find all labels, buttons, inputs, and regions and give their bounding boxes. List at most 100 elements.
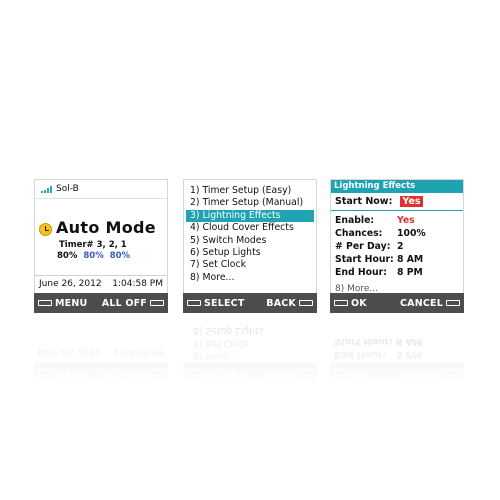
timer-text: Timer# 3, 2, 1 (59, 240, 127, 250)
start-now-label: Start Now: (335, 196, 393, 207)
reflection: OK CANCEL End Hour: 8 PM Start Hour: 8 AM (330, 313, 464, 383)
reflection-menu-item: 7) Set Clock (193, 337, 249, 349)
softkey-icon (187, 300, 201, 306)
percent-row: 80% 80% 80% (57, 251, 130, 261)
reflection-datetime: June 26, 2012 1:04:58 PM (38, 347, 164, 357)
reflection-row: End Hour: 8 PM (334, 348, 460, 361)
softkey-icon (334, 370, 348, 376)
softkey-label: SELECT (204, 367, 245, 379)
setting-value: 100% (397, 228, 426, 239)
time-label: 1:04:58 PM (113, 347, 164, 357)
softkey-label: ALL OFF (101, 297, 147, 309)
menu-item-timer-setup-manual[interactable]: 2) Timer Setup (Manual) (186, 197, 314, 209)
start-now-row: Start Now: Yes (335, 196, 423, 207)
signal-icon (41, 185, 52, 193)
start-now-value[interactable]: Yes (400, 196, 423, 207)
reflection-softbar: MENU ALL OFF (34, 363, 168, 383)
reflection: MENU ALL OFF June 26, 2012 1:04:58 PM (34, 313, 168, 383)
reflection-settings: End Hour: 8 PM Start Hour: 8 AM (330, 333, 464, 363)
reflection-screen: June 26, 2012 1:04:58 PM (34, 313, 168, 363)
date-label: June 26, 2012 (38, 347, 101, 357)
softkey-label: SELECT (204, 297, 245, 309)
menu-item-cloud-cover-effects[interactable]: 4) Cloud Cover Effects (186, 222, 314, 234)
setting-value: 2 (397, 241, 404, 252)
softkey-label: CANCEL (400, 367, 443, 379)
clock-icon (39, 223, 52, 236)
softkey-label: OK (351, 367, 367, 379)
reflection-screen: 8) More... 7) Set Clock 6) Setup Lights (183, 313, 317, 363)
setting-label: Start Hour: (335, 254, 394, 265)
reflection-menu-item: 8) More... (193, 350, 238, 361)
softkey-icon (38, 300, 52, 306)
reflection-softkey: BACK (266, 368, 313, 379)
menu-item-timer-setup-easy[interactable]: 1) Timer Setup (Easy) (186, 185, 314, 197)
menu-item-set-clock[interactable]: 7) Set Clock (186, 259, 314, 271)
divider (35, 275, 167, 276)
reflection-softkey: SELECT (187, 368, 245, 379)
menu-item-more[interactable]: 8) More... (186, 272, 314, 284)
divider (331, 210, 463, 211)
menu-item-setup-lights[interactable]: 6) Setup Lights (186, 247, 314, 259)
lightning-device: Lightning Effects Start Now: Yes Enable:… (330, 179, 464, 383)
reflection-softbar: OK CANCEL (330, 363, 464, 383)
menu-item-switch-modes[interactable]: 5) Switch Modes (186, 235, 314, 247)
time-label: 1:04:58 PM (112, 279, 163, 289)
softkey-icon (334, 300, 348, 306)
main-menu: 1) Timer Setup (Easy) 2) Timer Setup (Ma… (186, 185, 314, 284)
cancel-softkey[interactable]: CANCEL (400, 298, 460, 309)
all-off-softkey[interactable]: ALL OFF (102, 298, 164, 309)
setting-chances[interactable]: Chances: 100% (335, 227, 461, 240)
setting-value: 8 AM (396, 336, 423, 347)
reflection-screen: End Hour: 8 PM Start Hour: 8 AM (330, 313, 464, 363)
menu-screen: 1) Timer Setup (Easy) 2) Timer Setup (Ma… (183, 179, 317, 293)
lightning-screen: Lightning Effects Start Now: Yes Enable:… (330, 179, 464, 293)
background-menu-peek: 8) More... (335, 284, 378, 293)
select-softkey[interactable]: SELECT (187, 298, 245, 309)
reflection-softkey: CANCEL (400, 368, 460, 379)
setting-label: # Per Day: (335, 241, 391, 252)
ok-softkey[interactable]: OK (334, 298, 367, 309)
reflection-softkey: ALL OFF (102, 368, 164, 379)
setting-label: End Hour: (334, 349, 386, 360)
settings-list: Enable: Yes Chances: 100% # Per Day: 2 S… (335, 214, 461, 279)
softkey-icon (446, 370, 460, 376)
softkey-icon (150, 300, 164, 306)
softkey-icon (299, 370, 313, 376)
softkey-bar: OK CANCEL (330, 293, 464, 313)
softkey-bar: SELECT BACK (183, 293, 317, 313)
datetime-row: June 26, 2012 1:04:58 PM (39, 279, 163, 289)
reflection-softkey: OK (334, 368, 367, 379)
setting-label: Enable: (335, 215, 375, 226)
setting-enable[interactable]: Enable: Yes (335, 214, 461, 227)
setting-start-hour[interactable]: Start Hour: 8 AM (335, 253, 461, 266)
reflection-row: Start Hour: 8 AM (334, 335, 460, 348)
setting-value: Yes (397, 215, 415, 226)
softkey-label: OK (351, 297, 367, 309)
softkey-bar: MENU ALL OFF (34, 293, 168, 313)
menu-item-lightning-effects[interactable]: 3) Lightning Effects (186, 209, 314, 223)
status-header: Sol-B (41, 184, 79, 194)
softkey-icon (446, 300, 460, 306)
setting-label: End Hour: (335, 267, 387, 278)
setting-label: Start Hour: (334, 336, 393, 347)
softkey-icon (150, 370, 164, 376)
dialog-title: Lightning Effects (331, 180, 463, 193)
reflection-softkey: MENU (38, 368, 87, 379)
setting-end-hour[interactable]: End Hour: 8 PM (335, 266, 461, 279)
reflection-menu: 8) More... 7) Set Clock 6) Setup Lights (183, 322, 317, 363)
softkey-icon (38, 370, 52, 376)
softkey-label: CANCEL (400, 297, 443, 309)
setting-value: 8 AM (397, 254, 424, 265)
reflection-menu-item: 6) Setup Lights (193, 325, 264, 337)
softkey-icon (187, 370, 201, 376)
setting-value: 8 PM (397, 267, 423, 278)
percent-value: 80% (109, 251, 131, 261)
percent-value: 80% (83, 251, 104, 261)
softkey-icon (299, 300, 313, 306)
menu-softkey[interactable]: MENU (38, 298, 87, 309)
back-softkey[interactable]: BACK (266, 298, 313, 309)
reflection: SELECT BACK 8) More... 7) Set Clock 6) S… (183, 313, 317, 383)
setting-per-day[interactable]: # Per Day: 2 (335, 240, 461, 253)
reflection-softbar: SELECT BACK (183, 363, 317, 383)
date-label: June 26, 2012 (39, 279, 102, 289)
